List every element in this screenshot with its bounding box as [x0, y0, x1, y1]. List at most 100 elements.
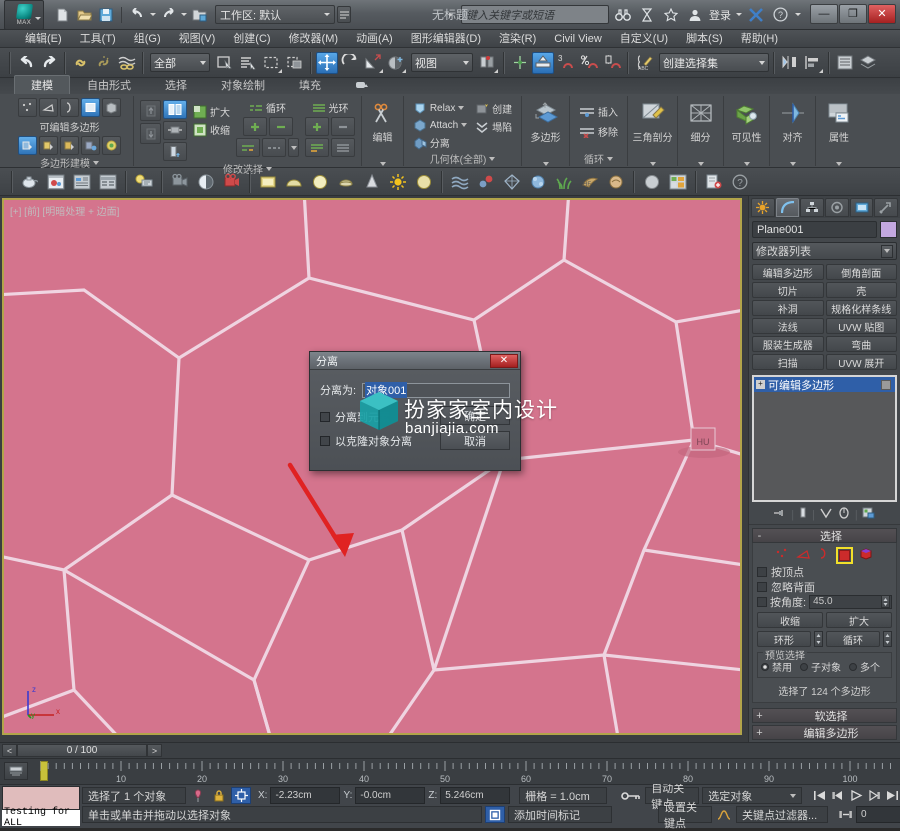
menu-item-11[interactable]: 脚本(S): [677, 30, 732, 48]
collapse-button[interactable]: 塌陷: [475, 119, 512, 134]
select-and-scale-icon[interactable]: [362, 52, 384, 74]
modifier-stack[interactable]: + 可编辑多边形: [752, 375, 897, 502]
by-angle-input[interactable]: 45.0: [809, 595, 892, 609]
login-label[interactable]: 登录: [709, 7, 731, 23]
loop-spinner[interactable]: [883, 631, 892, 647]
show-end-result-icon[interactable]: [798, 507, 808, 522]
loop-button[interactable]: 循环: [826, 631, 880, 647]
unlink-selection-icon[interactable]: [93, 52, 115, 74]
frame-number-field[interactable]: 0: [856, 806, 900, 823]
undo-icon[interactable]: [127, 5, 147, 25]
attach-button[interactable]: Attach: [413, 118, 467, 132]
sublevel-element-button[interactable]: [102, 98, 121, 117]
checkbox-by-vertex[interactable]: [757, 567, 767, 577]
menu-item-3[interactable]: 视图(V): [170, 30, 225, 48]
modifier-button-9[interactable]: 弯曲: [826, 336, 898, 352]
render-frame-window-icon[interactable]: [70, 170, 94, 194]
sublevel-vertex-icon[interactable]: [775, 547, 790, 563]
grow-button[interactable]: 扩大: [193, 104, 230, 119]
modifier-button-4[interactable]: 补洞: [752, 300, 824, 316]
make-unique-icon[interactable]: [819, 507, 833, 522]
mirror-icon[interactable]: [779, 52, 801, 74]
spinner-snap-toggle-icon[interactable]: [601, 52, 623, 74]
ribbon-flyout-icon[interactable]: [338, 79, 386, 94]
detach-dialog[interactable]: 分离 ✕ 分离为: 对象001 分离到元素: [309, 351, 521, 471]
checkbox-detach-to-element[interactable]: [320, 412, 330, 422]
select-and-rotate-icon[interactable]: [339, 52, 361, 74]
generate-topology-button[interactable]: [18, 136, 37, 155]
absolute-relative-toggle-icon[interactable]: [231, 787, 251, 804]
modifier-button-6[interactable]: 法线: [752, 318, 824, 334]
tab-display[interactable]: [850, 198, 874, 217]
new-file-icon[interactable]: [52, 5, 72, 25]
open-file-icon[interactable]: [74, 5, 94, 25]
shrink-button[interactable]: 收缩: [193, 122, 230, 137]
object-color-swatch[interactable]: [880, 221, 897, 238]
redo-dropdown-icon[interactable]: [181, 13, 187, 16]
goto-start-button[interactable]: [811, 787, 828, 804]
light-dome-icon[interactable]: [282, 170, 306, 194]
user-account-icon[interactable]: [685, 5, 705, 25]
prev-key-button[interactable]: [829, 787, 846, 804]
save-file-icon[interactable]: [96, 5, 116, 25]
z-coordinate-field[interactable]: 5.246cm: [440, 787, 510, 804]
redo-icon[interactable]: [158, 5, 178, 25]
close-button[interactable]: ✕: [868, 4, 896, 24]
tab-create[interactable]: [751, 198, 775, 217]
by-angle-row[interactable]: 按角度: 45.0: [757, 594, 892, 609]
project-folder2-icon[interactable]: [132, 170, 156, 194]
menu-item-12[interactable]: 帮助(H): [732, 30, 787, 48]
selection-rollout-header[interactable]: - 选择: [752, 528, 897, 543]
expand-icon[interactable]: +: [756, 380, 765, 389]
menu-item-10[interactable]: 自定义(U): [611, 30, 677, 48]
hair-farm-icon[interactable]: HF: [578, 170, 602, 194]
menu-item-4[interactable]: 创建(C): [224, 30, 279, 48]
soft-selection-rollout-header[interactable]: + 软选择: [752, 708, 897, 723]
symmetry-tools-button[interactable]: [39, 136, 58, 155]
dialog-ok-button[interactable]: 确定: [440, 406, 510, 425]
reference-coordinate-system-combo[interactable]: 视图: [411, 53, 473, 72]
help-dropdown-icon[interactable]: [795, 13, 801, 16]
loop-subtract-button[interactable]: [331, 117, 355, 136]
use-stack-selection-button[interactable]: [163, 100, 187, 119]
next-key-button[interactable]: [865, 787, 882, 804]
maximize-button[interactable]: ❐: [839, 4, 867, 24]
x-coordinate-field[interactable]: -2.23cm: [270, 787, 340, 804]
radio-0[interactable]: [761, 663, 769, 671]
align-button[interactable]: 对齐: [770, 98, 816, 152]
sublevel-edge-button[interactable]: [39, 98, 58, 117]
rollout-expand-icon[interactable]: +: [753, 710, 766, 722]
percent-snap-toggle-icon[interactable]: [578, 52, 600, 74]
pin-stack-icon[interactable]: [773, 507, 787, 522]
rendered-frame-icon[interactable]: [96, 170, 120, 194]
skylight-icon[interactable]: [412, 170, 436, 194]
sublevel-edge-icon[interactable]: [796, 547, 811, 563]
ribbon-tab-2[interactable]: 选择: [148, 75, 204, 94]
favorites-star-icon[interactable]: [661, 5, 681, 25]
autodesk-exchange-icon[interactable]: [637, 5, 657, 25]
detach-button[interactable]: 分离: [413, 135, 467, 150]
search-input[interactable]: 键入关键字或短语: [461, 5, 609, 24]
detach-name-input[interactable]: 对象001: [362, 383, 510, 398]
loop-shift-button[interactable]: [305, 138, 329, 157]
grow-stack-up-button[interactable]: [140, 100, 161, 121]
sublevel-element-icon[interactable]: [859, 547, 874, 563]
ribbon-tab-0[interactable]: 建模: [14, 75, 70, 94]
material-editor-icon[interactable]: [18, 170, 42, 194]
key-filters-button[interactable]: 关键点过滤器...: [736, 806, 828, 823]
sun-icon[interactable]: [386, 170, 410, 194]
pin-stack-status-icon[interactable]: [189, 787, 207, 804]
sublevel-border-icon[interactable]: [817, 547, 830, 563]
key-mode-toggle-icon[interactable]: [620, 787, 642, 804]
ring-shift-button[interactable]: [236, 138, 260, 157]
paint-deform-button[interactable]: [60, 136, 79, 155]
grass-icon[interactable]: [552, 170, 576, 194]
edit-button[interactable]: 编辑: [360, 98, 406, 152]
ring-dotted-button[interactable]: [262, 138, 286, 157]
ring-button[interactable]: 环形: [757, 631, 811, 647]
sublevel-border-button[interactable]: [60, 98, 79, 117]
radio-1[interactable]: [800, 663, 808, 671]
asset-browser-icon[interactable]: [666, 170, 690, 194]
render-setup-icon[interactable]: [44, 170, 68, 194]
project-folder-icon[interactable]: [189, 5, 209, 25]
